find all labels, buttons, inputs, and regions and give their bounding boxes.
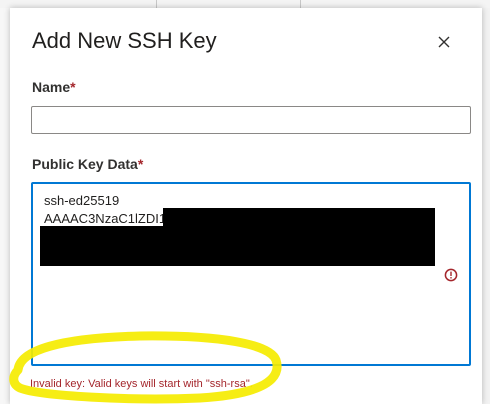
- add-ssh-key-dialog: Add New SSH Key Name* Public Key Data* s…: [10, 8, 482, 404]
- public-key-label: Public Key Data*: [32, 156, 143, 172]
- dialog-title: Add New SSH Key: [32, 28, 217, 53]
- redaction-bar: [163, 208, 435, 226]
- name-label: Name*: [32, 79, 76, 95]
- redaction-bar: [40, 226, 435, 266]
- public-key-value: ssh-ed25519 AAAAC3NzaC1lZDI1: [44, 193, 167, 226]
- public-key-textarea[interactable]: ssh-ed25519 AAAAC3NzaC1lZDI1: [31, 182, 471, 366]
- required-asterisk: *: [137, 156, 144, 172]
- close-button[interactable]: [434, 32, 454, 52]
- error-message: Invalid key: Valid keys will start with …: [30, 378, 253, 390]
- name-input[interactable]: [31, 106, 471, 134]
- required-asterisk: *: [70, 79, 76, 95]
- background-panel-left: [0, 8, 10, 404]
- public-key-label-text: Public Key Data: [32, 156, 138, 172]
- background-panel-right: [482, 8, 490, 404]
- name-label-text: Name: [32, 79, 71, 95]
- error-circle-icon: [444, 268, 458, 282]
- background-divider: [300, 0, 301, 8]
- close-icon: [438, 36, 450, 48]
- background-divider: [156, 0, 157, 8]
- background-toolbar: [0, 0, 490, 8]
